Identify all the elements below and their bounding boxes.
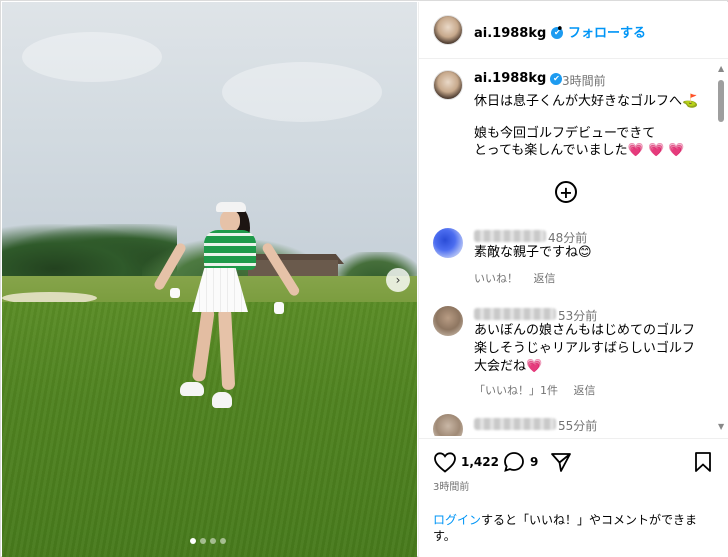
comment-text: 楽しそうじゃリアルすばらしいゴルフ — [474, 341, 695, 356]
comment-actions: 「いいね！」1件 返信 — [474, 382, 608, 398]
blurred-username — [474, 308, 556, 320]
likes-count[interactable]: 1,422 — [461, 455, 499, 469]
bookmark-icon[interactable] — [693, 451, 713, 473]
comments-scrollbar[interactable]: ▲ ▼ — [715, 60, 727, 436]
comments-count[interactable]: 9 — [530, 455, 538, 469]
skirt-pleats — [192, 268, 248, 312]
comment-actions: いいね！ 返信 — [474, 270, 568, 286]
glove — [274, 302, 284, 314]
visor — [216, 202, 246, 212]
shoe — [180, 382, 204, 396]
striped-shirt — [204, 230, 256, 270]
carousel-next-button[interactable]: › — [386, 268, 410, 292]
separator-dot: • — [556, 22, 564, 37]
comment-avatar[interactable] — [433, 306, 463, 336]
caption-timestamp[interactable]: 3時間前 — [562, 72, 606, 89]
carousel-dot — [220, 538, 226, 544]
verified-badge-icon: ✔ — [550, 72, 563, 85]
caption-line: 休日は息子くんが大好きなゴルフへ⛳ — [474, 94, 699, 109]
scroll-down-arrow-icon[interactable]: ▼ — [718, 422, 724, 431]
comment-likes-count-link[interactable]: 「いいね！」1件 — [474, 384, 558, 397]
carousel-dots — [190, 538, 226, 544]
carousel-dot — [210, 538, 216, 544]
load-more-comments-button[interactable]: + — [555, 181, 577, 203]
login-prompt: ログインすると「いいね！」やコメントができます。 — [433, 512, 719, 544]
caption-line-text: とっても楽しんでいました — [474, 143, 628, 158]
comment-like-link[interactable]: いいね！ — [474, 272, 518, 285]
post-frame: › ai.1988kg ✔ • フォローする ai.1988kg ✔ 3時間前 … — [0, 0, 728, 557]
username-link[interactable]: ai.1988kg — [474, 71, 546, 86]
header-user: ai.1988kg ✔ — [474, 22, 564, 41]
avatar[interactable] — [433, 15, 463, 45]
chevron-right-icon: › — [395, 273, 401, 287]
comment-text: 素敵な親子ですね😊 — [474, 245, 592, 260]
carousel-dot-active — [190, 538, 196, 544]
action-bar: 1,422 9 — [419, 438, 728, 482]
scrollbar-thumb[interactable] — [718, 80, 724, 122]
comments-section[interactable]: ai.1988kg ✔ 3時間前 休日は息子くんが大好きなゴルフへ⛳ 娘も今回ゴ… — [419, 60, 715, 436]
username-link[interactable]: ai.1988kg — [474, 26, 546, 41]
shoe — [212, 392, 232, 408]
cloud — [222, 62, 382, 122]
blurred-username — [474, 230, 546, 242]
login-link[interactable]: ログイン — [433, 513, 481, 527]
comment-icon[interactable] — [503, 451, 525, 473]
scroll-up-arrow-icon[interactable]: ▲ — [718, 64, 724, 73]
right-leg — [218, 307, 236, 391]
comment-reply-link[interactable]: 返信 — [534, 272, 556, 285]
face — [220, 210, 240, 232]
plus-circle-icon: + — [559, 182, 573, 202]
follow-button[interactable]: フォローする — [568, 22, 646, 41]
post-timestamp[interactable]: 3時間前 — [433, 478, 469, 493]
carousel-dot — [200, 538, 206, 544]
heart-icon[interactable] — [433, 451, 457, 473]
post-photo[interactable]: › — [2, 2, 417, 557]
left-leg — [191, 307, 215, 383]
comment-timestamp[interactable]: 55分前 — [558, 417, 597, 434]
glove — [170, 288, 180, 298]
avatar[interactable] — [433, 70, 463, 100]
comment-reply-link[interactable]: 返信 — [574, 384, 596, 397]
post-header: ai.1988kg ✔ • フォローする — [419, 2, 728, 59]
golfer-figure — [152, 198, 302, 418]
cloud — [22, 32, 162, 82]
comment-avatar[interactable] — [433, 228, 463, 258]
comment-avatar[interactable] — [433, 414, 463, 436]
caption-line: とっても楽しんでいました💗 💗 💗 — [474, 139, 685, 158]
comment-text: あいぼんの娘さんもはじめてのゴルフ — [474, 323, 696, 338]
caption-user: ai.1988kg ✔ — [474, 71, 563, 86]
heart-emoji-icons: 💗 💗 💗 — [627, 143, 685, 158]
post-side-panel: ai.1988kg ✔ • フォローする ai.1988kg ✔ 3時間前 休日… — [418, 2, 728, 557]
share-icon[interactable] — [550, 451, 572, 473]
blurred-username — [474, 418, 556, 430]
comment-text: 大会だね💗 — [474, 359, 543, 374]
